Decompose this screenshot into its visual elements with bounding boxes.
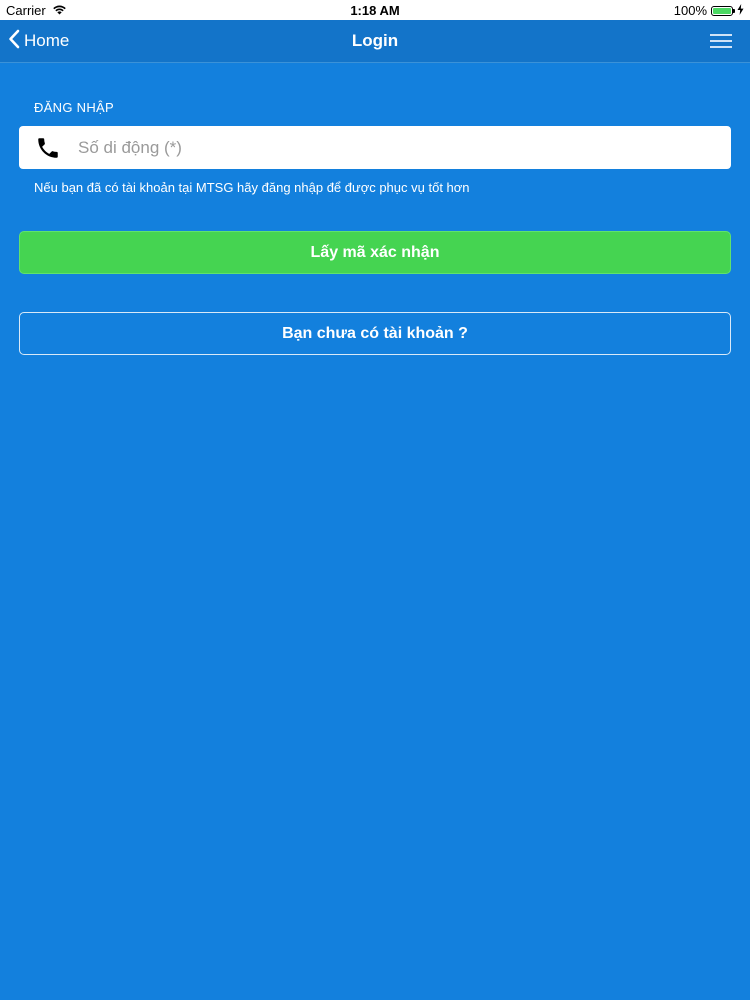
back-label: Home: [24, 31, 70, 50]
page-title: Login: [351, 31, 399, 50]
back-button[interactable]: Home: [8, 20, 69, 62]
chevron-left-icon: [8, 29, 20, 54]
status-right: 100%: [674, 3, 744, 18]
no-account-register-button[interactable]: Bạn chưa có tài khoản ?: [19, 312, 731, 355]
navigation-bar: Home Login: [0, 20, 750, 63]
helper-text: Nếu bạn đã có tài khoản tại MTSG hãy đăn…: [34, 180, 470, 195]
battery-icon: [711, 5, 735, 16]
battery-percent: 100%: [673, 3, 707, 18]
phone-icon: [19, 126, 77, 169]
charging-bolt-icon: [737, 3, 744, 18]
get-verification-code-button[interactable]: Lấy mã xác nhận: [19, 231, 731, 274]
status-time: 1:18 AM: [350, 3, 400, 18]
login-section-label: ĐĂNG NHẬP: [34, 100, 114, 115]
hamburger-menu-icon[interactable]: [710, 34, 732, 48]
battery-fill: [713, 7, 731, 14]
phone-input[interactable]: [77, 126, 731, 169]
status-bar: Carrier 1:18 AM 100%: [0, 0, 750, 20]
phone-field[interactable]: [19, 126, 731, 169]
